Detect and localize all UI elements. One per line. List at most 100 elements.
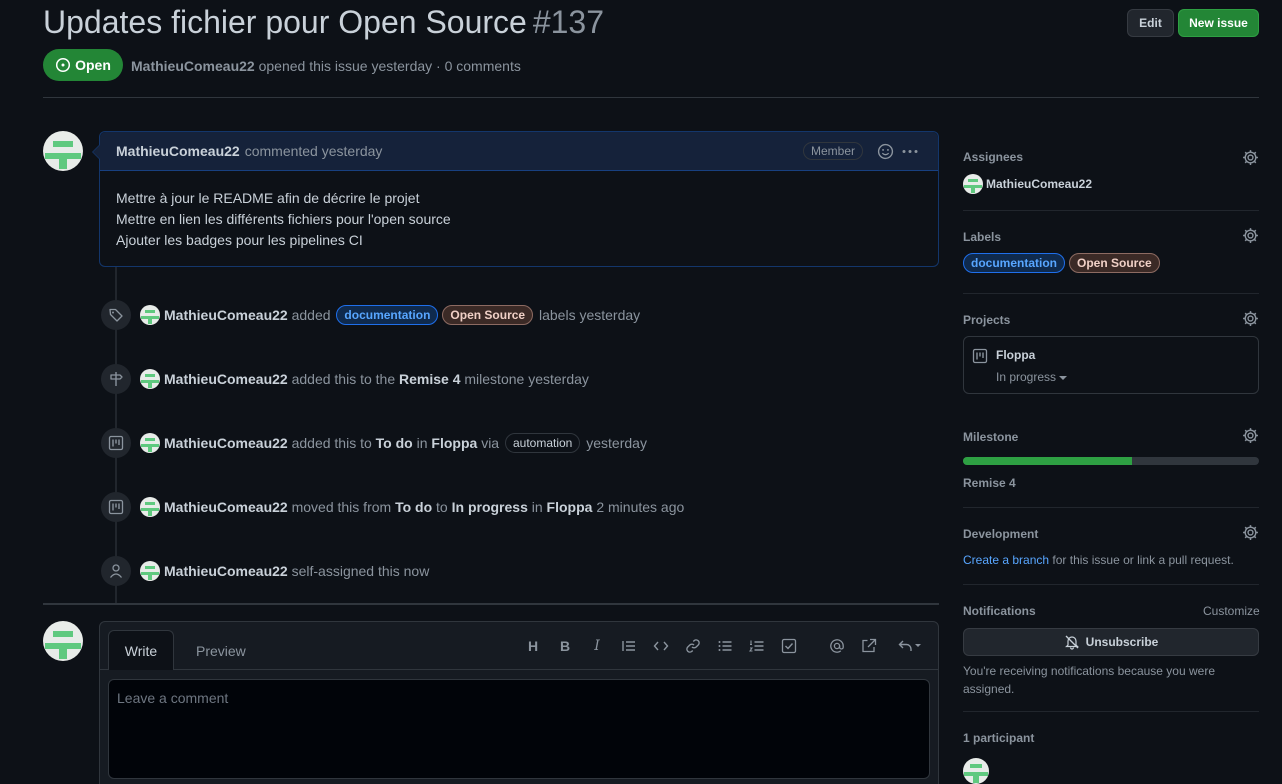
issue-meta-text: opened this issue yesterday · 0 comments bbox=[258, 58, 521, 74]
sidebar-divider bbox=[963, 210, 1259, 211]
event-text: yesterday bbox=[586, 435, 647, 451]
new-issue-button[interactable]: New issue bbox=[1178, 9, 1259, 37]
saved-reply-icon[interactable] bbox=[894, 636, 928, 656]
italic-icon[interactable]: I bbox=[586, 636, 608, 656]
project-name[interactable]: Floppa bbox=[996, 348, 1035, 362]
event-text: labels yesterday bbox=[539, 307, 641, 323]
event-text: added bbox=[291, 307, 331, 323]
avatar[interactable] bbox=[140, 497, 160, 517]
notification-reason: You're receiving notifications because y… bbox=[963, 662, 1215, 698]
label-documentation[interactable]: documentation bbox=[336, 305, 439, 325]
project-status-select[interactable]: In progress bbox=[996, 370, 1068, 384]
task-list-icon[interactable] bbox=[778, 636, 800, 656]
project-column: To do bbox=[375, 435, 413, 451]
timeline-event-labels: MathieuComeau22 added documentation Open… bbox=[140, 305, 640, 325]
comment-textarea[interactable]: Leave a comment bbox=[108, 679, 930, 779]
avatar[interactable] bbox=[140, 561, 160, 581]
event-user[interactable]: MathieuComeau22 bbox=[164, 371, 288, 387]
timeline-event-assign: MathieuComeau22 self-assigned this now bbox=[140, 561, 429, 581]
heading-icon[interactable]: H bbox=[522, 636, 544, 656]
event-text: added this to the bbox=[291, 371, 396, 387]
add-reaction-icon[interactable] bbox=[877, 143, 894, 160]
link-icon[interactable] bbox=[682, 636, 704, 656]
event-text: 2 minutes ago bbox=[596, 499, 685, 515]
comment-timestamp[interactable]: commented yesterday bbox=[245, 143, 383, 159]
timeline-event-project: MathieuComeau22 added this to To do in F… bbox=[140, 433, 647, 453]
label-documentation[interactable]: documentation bbox=[963, 253, 1065, 273]
gear-icon[interactable] bbox=[1242, 149, 1259, 166]
label-open-source[interactable]: Open Source bbox=[442, 305, 534, 325]
notifications-title: Notifications bbox=[963, 604, 1036, 618]
comment-line: Mettre à jour le README afin de décrire … bbox=[116, 190, 420, 206]
timeline-event-milestone: MathieuComeau22 added this to the Remise… bbox=[140, 369, 589, 389]
sidebar-divider bbox=[963, 293, 1259, 294]
project-icon bbox=[101, 428, 131, 458]
avatar[interactable] bbox=[140, 369, 160, 389]
comment-header: MathieuComeau22 commented yesterday Memb… bbox=[100, 132, 938, 171]
issue-meta: MathieuComeau22 opened this issue yester… bbox=[131, 58, 521, 74]
event-user[interactable]: MathieuComeau22 bbox=[164, 499, 288, 515]
numbered-list-icon[interactable] bbox=[746, 636, 768, 656]
issue-state-badge: Open bbox=[43, 49, 123, 81]
customize-link[interactable]: Customize bbox=[1203, 604, 1260, 618]
avatar[interactable] bbox=[140, 433, 160, 453]
tab-write[interactable]: Write bbox=[108, 630, 174, 670]
member-badge: Member bbox=[803, 142, 864, 160]
labels-list: documentation Open Source bbox=[963, 253, 1160, 273]
gear-icon[interactable] bbox=[1242, 310, 1259, 327]
milestone-name[interactable]: Remise 4 bbox=[963, 476, 1016, 490]
cross-reference-icon[interactable] bbox=[858, 636, 880, 656]
project-card[interactable] bbox=[963, 336, 1259, 394]
comment-author-link[interactable]: MathieuComeau22 bbox=[116, 143, 240, 159]
code-icon[interactable] bbox=[650, 636, 672, 656]
automation-badge: automation bbox=[504, 433, 581, 453]
create-branch-link[interactable]: Create a branch bbox=[963, 553, 1049, 567]
bold-icon[interactable]: B bbox=[554, 636, 576, 656]
mention-icon[interactable] bbox=[826, 636, 848, 656]
more-options-icon[interactable] bbox=[901, 143, 919, 160]
assignee-name[interactable]: MathieuComeau22 bbox=[986, 177, 1092, 191]
gear-icon[interactable] bbox=[1242, 427, 1259, 444]
gear-icon[interactable] bbox=[1242, 524, 1259, 541]
projects-title: Projects bbox=[963, 313, 1011, 327]
sidebar-divider bbox=[963, 507, 1259, 508]
event-user[interactable]: MathieuComeau22 bbox=[164, 435, 288, 451]
avatar[interactable] bbox=[43, 131, 83, 171]
avatar[interactable] bbox=[43, 621, 83, 661]
development-text: Create a branch for this issue or link a… bbox=[963, 553, 1234, 567]
development-rest: for this issue or link a pull request. bbox=[1052, 553, 1234, 567]
issue-author-link[interactable]: MathieuComeau22 bbox=[131, 58, 255, 74]
comment-body: Mettre à jour le README afin de décrire … bbox=[100, 171, 938, 268]
event-user[interactable]: MathieuComeau22 bbox=[164, 563, 288, 579]
milestone-link[interactable]: Remise 4 bbox=[399, 371, 460, 387]
notification-reason-line: assigned. bbox=[963, 682, 1015, 696]
issue-comment: MathieuComeau22 commented yesterday Memb… bbox=[99, 131, 939, 267]
timeline-event-move: MathieuComeau22 moved this from To do to… bbox=[140, 497, 684, 517]
participant-avatar[interactable] bbox=[963, 758, 989, 784]
event-text: moved this from bbox=[291, 499, 392, 515]
event-user[interactable]: MathieuComeau22 bbox=[164, 307, 288, 323]
issue-title-text: Updates fichier pour Open Source bbox=[43, 4, 527, 40]
project-link[interactable]: Floppa bbox=[547, 499, 593, 515]
event-text: to bbox=[436, 499, 448, 515]
avatar[interactable] bbox=[963, 174, 983, 194]
milestone-progress-fill bbox=[963, 457, 1132, 465]
milestone-icon bbox=[101, 364, 131, 394]
avatar[interactable] bbox=[140, 305, 160, 325]
tab-divider bbox=[100, 669, 938, 670]
unsubscribe-button[interactable]: Unsubscribe bbox=[963, 628, 1259, 656]
project-icon bbox=[972, 348, 988, 364]
quote-icon[interactable] bbox=[618, 636, 640, 656]
timeline-end-divider bbox=[43, 603, 939, 605]
project-link[interactable]: Floppa bbox=[431, 435, 477, 451]
edit-button[interactable]: Edit bbox=[1127, 9, 1174, 37]
assignees-title: Assignees bbox=[963, 150, 1024, 164]
from-column: To do bbox=[395, 499, 433, 515]
tab-preview[interactable]: Preview bbox=[196, 643, 246, 659]
label-open-source[interactable]: Open Source bbox=[1069, 253, 1160, 273]
milestone-progress-bar bbox=[963, 457, 1259, 465]
event-text: in bbox=[531, 499, 543, 515]
gear-icon[interactable] bbox=[1242, 227, 1259, 244]
bulleted-list-icon[interactable] bbox=[714, 636, 736, 656]
comment-placeholder: Leave a comment bbox=[117, 690, 229, 706]
